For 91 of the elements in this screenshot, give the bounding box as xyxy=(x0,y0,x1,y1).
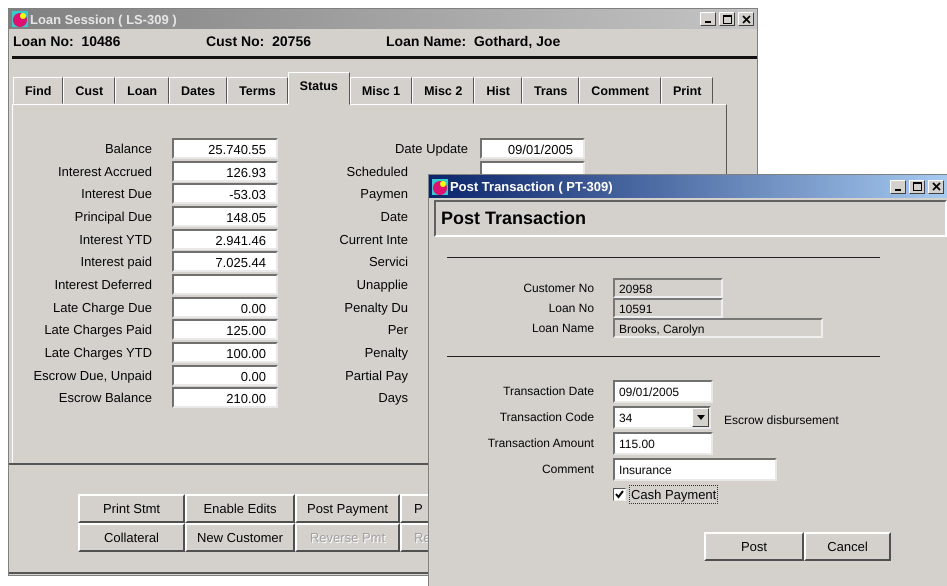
window-title: Loan Session ( LS-309 ) xyxy=(30,12,178,26)
field-label: Customer No xyxy=(522,281,594,295)
input-field[interactable]: 0.00 xyxy=(172,364,278,386)
field-label: Interest Accrued xyxy=(58,164,152,179)
header-field: Cust No: 20756 xyxy=(206,33,386,49)
maximize-button[interactable] xyxy=(719,12,735,26)
input-field[interactable]: 115.00 xyxy=(613,432,713,454)
dialog-heading: Post Transaction xyxy=(441,208,586,229)
input-field[interactable]: 25.740.55 xyxy=(172,138,278,159)
dropdown-button[interactable] xyxy=(692,408,709,426)
tab[interactable]: Misc 1 xyxy=(350,77,412,104)
field-label: Per xyxy=(388,322,408,338)
tab[interactable]: Hist xyxy=(474,77,522,104)
field-label: Scheduled xyxy=(346,164,408,179)
dropdown-field[interactable]: 34 xyxy=(613,406,711,428)
field-label: Penalty Du xyxy=(344,300,408,315)
action-button[interactable]: Enable Edits xyxy=(185,494,295,523)
dialog-button[interactable]: Cancel xyxy=(804,532,891,561)
field-label: Late Charges YTD xyxy=(44,345,152,360)
dialog-button[interactable]: Post xyxy=(704,532,804,561)
field-label: Unapplie xyxy=(356,276,408,292)
input-field[interactable]: 125.00 xyxy=(172,319,278,340)
checkbox-label[interactable]: Cash Payment xyxy=(629,485,718,504)
input-field[interactable]: 100.00 xyxy=(172,342,278,364)
field-label: Late Charge Due xyxy=(52,300,152,315)
field-label: Partial Pay xyxy=(345,368,408,383)
minimize-button[interactable] xyxy=(890,180,906,194)
field-label: Interest paid xyxy=(80,254,152,270)
field-label: Principal Due xyxy=(74,208,152,224)
input-field[interactable]: -53.03 xyxy=(172,183,278,204)
close-button[interactable] xyxy=(928,180,944,194)
field-label: Transaction Amount xyxy=(486,436,594,450)
field-label: Days xyxy=(378,390,408,406)
tab[interactable]: Trans xyxy=(522,77,580,104)
field-label: Paymen xyxy=(360,186,408,202)
header-field: Loan Name: Gothard, Joe xyxy=(386,33,757,49)
window-title: Post Transaction ( PT-309) xyxy=(450,179,614,194)
readonly-field: 20958 xyxy=(613,278,723,298)
field-label: Balance xyxy=(105,140,152,156)
tab[interactable]: Terms xyxy=(227,77,288,104)
field-label: Interest Due xyxy=(81,186,152,202)
action-button[interactable]: Collateral xyxy=(78,523,185,552)
field-label: Escrow Balance xyxy=(58,390,152,406)
tab[interactable]: Print xyxy=(660,77,714,104)
tab[interactable]: Cust xyxy=(63,77,116,104)
app-icon xyxy=(432,178,448,194)
header-field: Loan No: 10486 xyxy=(13,33,206,49)
maximize-button[interactable] xyxy=(909,180,925,194)
field-label: Date xyxy=(380,208,408,224)
input-field[interactable]: 7.025.44 xyxy=(172,251,278,272)
input-field[interactable] xyxy=(172,274,278,295)
app-icon xyxy=(12,11,28,27)
field-label: Servici xyxy=(368,254,408,270)
tab[interactable]: Find xyxy=(13,77,64,104)
tab[interactable]: Status xyxy=(288,72,350,105)
caret-icon xyxy=(696,414,704,420)
tab[interactable]: Loan xyxy=(115,77,170,104)
field-label: Interest YTD xyxy=(79,232,152,247)
field-label: Interest Deferred xyxy=(54,276,152,292)
input-field[interactable]: 210.00 xyxy=(172,387,278,408)
input-field[interactable]: 09/01/2005 xyxy=(480,138,585,159)
field-label: Loan Name xyxy=(530,321,594,335)
input-field[interactable]: 126.93 xyxy=(172,160,278,182)
field-label: Transaction Date xyxy=(502,384,594,398)
field-label: Date Update xyxy=(395,140,468,156)
input-field[interactable]: 0.00 xyxy=(172,296,278,318)
field-label: Penalty xyxy=(364,345,408,360)
close-icon xyxy=(932,182,940,191)
tab[interactable]: Comment xyxy=(579,77,661,104)
field-label: Comment xyxy=(540,462,594,476)
field-label: Current Inte xyxy=(339,232,408,247)
readonly-field: 10591 xyxy=(613,298,723,318)
checkbox[interactable] xyxy=(613,488,626,501)
code-description: Escrow disbursement xyxy=(724,412,840,426)
input-field[interactable]: 2.941.46 xyxy=(172,228,278,250)
input-field[interactable]: 148.05 xyxy=(172,206,278,227)
input-field[interactable]: Insurance xyxy=(613,458,777,480)
field-label: Loan No xyxy=(548,301,594,315)
close-button[interactable] xyxy=(738,12,754,26)
field-label: Late Charges Paid xyxy=(44,322,152,338)
tab[interactable]: Misc 2 xyxy=(412,77,474,104)
readonly-field: Brooks, Carolyn xyxy=(613,318,823,338)
action-button[interactable]: New Customer xyxy=(185,523,295,552)
tab[interactable]: Dates xyxy=(169,77,228,104)
action-button[interactable]: Print Stmt xyxy=(78,494,185,523)
minimize-button[interactable] xyxy=(700,12,716,26)
close-icon xyxy=(742,14,750,24)
field-label: Transaction Code xyxy=(498,410,594,424)
action-button[interactable]: Post Payment xyxy=(295,494,400,523)
input-field[interactable]: 09/01/2005 xyxy=(613,380,713,402)
field-label: Escrow Due, Unpaid xyxy=(34,368,152,383)
